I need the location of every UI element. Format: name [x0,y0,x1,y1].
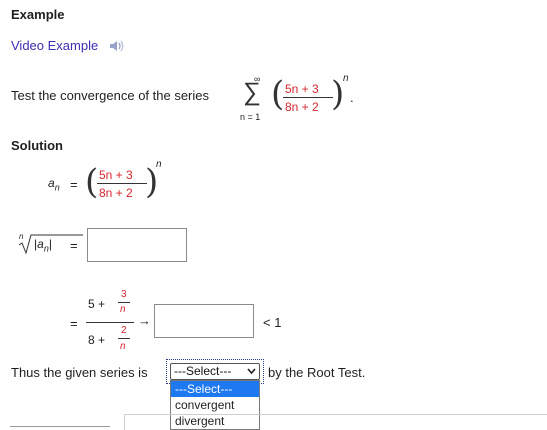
conclusion-suffix: by the Root Test. [268,365,366,380]
select-value: ---Select--- [174,364,232,378]
solution-exponent: n [156,159,162,170]
problem-text: Test the convergence of the series [11,88,210,103]
less-than-one: < 1 [263,315,282,330]
limit-main-fraction-bar [86,322,134,323]
an-label: an [48,176,60,193]
select-option-placeholder[interactable]: ---Select--- [171,381,259,397]
limit-den-frac-top: 2 [121,325,127,336]
limit-num-frac-top: 3 [121,289,127,300]
convergence-select[interactable]: ---Select--- [170,363,260,380]
equals-sign-1: = [70,177,78,192]
solution-left-paren: ( [85,162,99,202]
bottom-panel-top-edge [124,414,547,415]
problem-fraction-bar [283,97,333,98]
chevron-down-icon [247,368,256,375]
problem-period: . [350,90,354,105]
limit-arrow: → [138,313,151,328]
left-paren: ( [271,74,285,114]
limit-den-prefix: 8 + [88,333,106,347]
bottom-left-divider [10,426,110,427]
limit-den-frac-bot: n [120,341,126,352]
limit-den-small-bar [118,338,130,339]
sum-lower-limit: n = 1 [240,112,261,122]
equals-sign-3: = [70,316,78,331]
solution-fraction-bar [97,183,147,184]
example-heading: Example [11,7,65,22]
limit-num-frac-bot: n [120,304,126,315]
limit-value-input[interactable] [154,304,254,338]
bottom-panel-left-edge [124,414,125,430]
limit-num-prefix: 5 + [88,297,106,311]
problem-exponent: n [343,73,349,84]
select-option-divergent[interactable]: divergent [171,413,259,429]
speaker-icon[interactable] [109,39,127,53]
limit-num-small-bar [118,302,130,303]
equals-sign-2: = [70,238,78,253]
sigma-symbol: ∑ [243,78,261,106]
select-dropdown-list: ---Select--- convergent divergent [170,380,260,430]
video-example-link[interactable]: Video Example [11,38,98,53]
problem-denominator: 8n + 2 [285,100,319,114]
solution-numerator: 5n + 3 [99,168,133,182]
conclusion-prefix: Thus the given series is [11,365,148,380]
video-example-label: Video Example [11,38,99,53]
solution-denominator: 8n + 2 [99,186,133,200]
abs-an: |an| [34,237,52,254]
root-expression-input[interactable] [87,228,187,262]
problem-numerator: 5n + 3 [285,82,319,96]
select-option-convergent[interactable]: convergent [171,397,259,413]
solution-heading: Solution [11,138,63,153]
